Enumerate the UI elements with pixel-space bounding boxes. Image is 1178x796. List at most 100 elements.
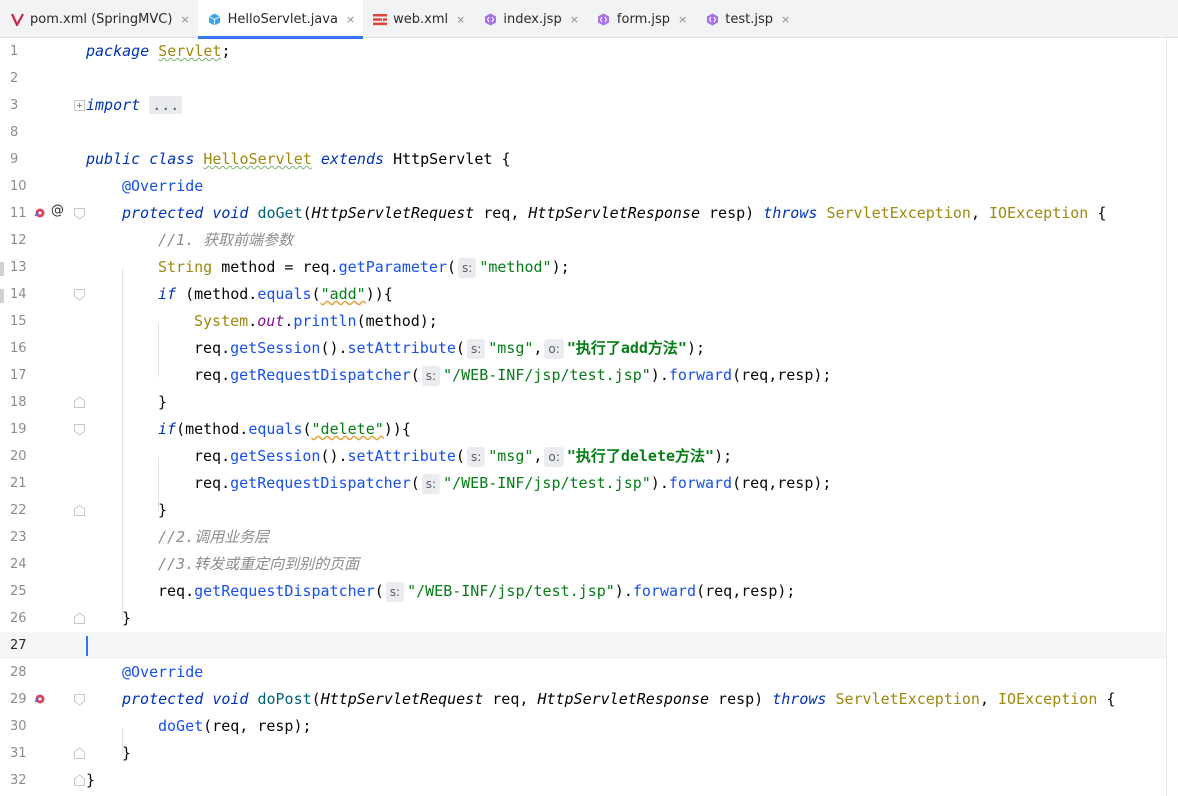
tab-helloservlet-java[interactable]: HelloServlet.java × bbox=[197, 0, 364, 39]
close-icon[interactable]: × bbox=[678, 13, 687, 26]
code-line[interactable]: 19 if(method.equals("delete")){ bbox=[0, 416, 1166, 443]
annotation-marker-icon[interactable]: @ bbox=[51, 203, 64, 218]
line-number: 27 bbox=[10, 638, 27, 653]
code-line[interactable]: 3 import ... bbox=[0, 92, 1166, 119]
tab-label: web.xml bbox=[393, 11, 449, 27]
line-code: protected void doPost(HttpServletRequest… bbox=[122, 690, 1116, 708]
fold-collapse-icon[interactable] bbox=[74, 288, 85, 301]
tab-web-xml[interactable]: web.xml × bbox=[363, 0, 473, 38]
code-line[interactable]: 32 } bbox=[0, 767, 1166, 794]
line-number: 3 bbox=[10, 98, 19, 113]
tab-label: index.jsp bbox=[503, 11, 562, 27]
close-icon[interactable]: × bbox=[570, 13, 579, 26]
line-code: req.getSession().setAttribute(s: "msg", o:… bbox=[194, 447, 733, 467]
parameter-hint: s: bbox=[458, 258, 477, 278]
code-line[interactable]: 23 //2.调用业务层 bbox=[0, 524, 1166, 551]
line-code: //1. 获取前端参数 bbox=[158, 231, 294, 249]
line-code: req.getSession().setAttribute(s: "msg", o:… bbox=[194, 339, 706, 359]
tab-test-jsp[interactable]: test.jsp × bbox=[695, 0, 798, 38]
line-number: 31 bbox=[10, 746, 27, 761]
current-code-line[interactable]: 27 bbox=[0, 632, 1166, 659]
close-icon[interactable]: × bbox=[456, 13, 465, 26]
code-line[interactable]: 25 req.getRequestDispatcher(s: "/WEB-INF/… bbox=[0, 578, 1166, 605]
line-number: 20 bbox=[10, 449, 27, 464]
close-icon[interactable]: × bbox=[781, 13, 790, 26]
code-line[interactable]: 29 protected void doPost(HttpServletRequ… bbox=[0, 686, 1166, 713]
line-number: 10 bbox=[10, 179, 27, 194]
code-line[interactable]: 13 String method = req.getParameter(s: "m… bbox=[0, 254, 1166, 281]
line-code: System.out.println(method); bbox=[194, 312, 438, 330]
code-line[interactable]: 24 //3.转发或重定向到别的页面 bbox=[0, 551, 1166, 578]
code-line[interactable]: 31 } bbox=[0, 740, 1166, 767]
code-line[interactable]: 1 package Servlet; bbox=[0, 38, 1166, 65]
fold-end-icon[interactable] bbox=[74, 504, 85, 517]
parameter-hint: s: bbox=[466, 447, 486, 467]
code-line[interactable]: 28 @Override bbox=[0, 659, 1166, 686]
code-line[interactable]: 10 @Override bbox=[0, 173, 1166, 200]
code-line[interactable]: 14 if (method.equals("add")){ bbox=[0, 281, 1166, 308]
line-number: 23 bbox=[10, 530, 27, 545]
line-code: } bbox=[122, 609, 132, 627]
fold-end-icon[interactable] bbox=[74, 612, 85, 625]
line-number: 17 bbox=[10, 368, 27, 383]
line-number: 26 bbox=[10, 611, 27, 626]
tab-label: test.jsp bbox=[725, 11, 773, 27]
code-editor[interactable]: 1 package Servlet; 2 3 import ... 8 9 pu… bbox=[0, 38, 1178, 796]
code-line[interactable]: 21 req.getRequestDispatcher(s: "/WEB-INF/… bbox=[0, 470, 1166, 497]
line-number: 13 bbox=[10, 260, 27, 275]
line-number: 19 bbox=[10, 422, 27, 437]
jsp-icon bbox=[705, 12, 719, 26]
line-number: 16 bbox=[10, 341, 27, 356]
code-line[interactable]: 18 } bbox=[0, 389, 1166, 416]
line-number: 2 bbox=[10, 71, 19, 86]
fold-end-icon[interactable] bbox=[74, 774, 85, 787]
line-code: } bbox=[158, 393, 168, 411]
close-icon[interactable]: × bbox=[180, 13, 189, 26]
fold-collapse-icon[interactable] bbox=[74, 207, 85, 220]
fold-collapse-icon[interactable] bbox=[74, 693, 85, 706]
line-number: 18 bbox=[10, 395, 27, 410]
override-method-icon[interactable] bbox=[33, 692, 47, 706]
parameter-hint: s: bbox=[385, 582, 405, 602]
fold-collapse-icon[interactable] bbox=[74, 423, 85, 436]
tab-label: HelloServlet.java bbox=[227, 11, 338, 27]
fold-end-icon[interactable] bbox=[74, 747, 85, 760]
parameter-hint: o: bbox=[544, 447, 564, 467]
parameter-hint: o: bbox=[544, 339, 564, 359]
line-number: 22 bbox=[10, 503, 27, 518]
code-line[interactable]: 16 req.getSession().setAttribute(s: "msg"… bbox=[0, 335, 1166, 362]
code-line[interactable]: 17 req.getRequestDispatcher(s: "/WEB-INF/… bbox=[0, 362, 1166, 389]
override-method-icon[interactable] bbox=[33, 206, 47, 220]
tab-label: form.jsp bbox=[616, 11, 671, 27]
parameter-hint: s: bbox=[466, 339, 486, 359]
line-code: //2.调用业务层 bbox=[158, 528, 270, 546]
tab-pom-xml[interactable]: pom.xml (SpringMVC) × bbox=[0, 0, 198, 38]
line-code: import ... bbox=[86, 92, 183, 119]
code-line[interactable]: 20 req.getSession().setAttribute(s: "msg"… bbox=[0, 443, 1166, 470]
line-number: 12 bbox=[10, 233, 27, 248]
line-code: if (method.equals("add")){ bbox=[158, 285, 393, 303]
line-number: 9 bbox=[10, 152, 19, 167]
jsp-icon bbox=[597, 12, 611, 26]
code-line[interactable]: 12 //1. 获取前端参数 bbox=[0, 227, 1166, 254]
line-code: public class HelloServlet extends HttpSe… bbox=[86, 150, 511, 168]
tab-form-jsp[interactable]: form.jsp × bbox=[587, 0, 695, 38]
code-line[interactable]: 9 public class HelloServlet extends Http… bbox=[0, 146, 1166, 173]
fold-end-icon[interactable] bbox=[74, 396, 85, 409]
line-number: 24 bbox=[10, 557, 27, 572]
close-icon[interactable]: × bbox=[346, 13, 355, 26]
folded-imports[interactable]: ... bbox=[149, 96, 183, 114]
line-number: 32 bbox=[10, 773, 27, 788]
code-line[interactable]: 30 doGet(req, resp); bbox=[0, 713, 1166, 740]
tab-index-jsp[interactable]: index.jsp × bbox=[473, 0, 587, 38]
code-line[interactable]: 2 bbox=[0, 65, 1166, 92]
fold-expand-icon[interactable] bbox=[74, 99, 85, 112]
code-line[interactable]: 8 bbox=[0, 119, 1166, 146]
code-line[interactable]: 22 } bbox=[0, 497, 1166, 524]
code-line[interactable]: 15 System.out.println(method); bbox=[0, 308, 1166, 335]
code-line[interactable]: 11 @ protected void doGet(HttpServletReq… bbox=[0, 200, 1166, 227]
line-code: //3.转发或重定向到别的页面 bbox=[158, 555, 360, 573]
line-number: 25 bbox=[10, 584, 27, 599]
editor-right-margin bbox=[1166, 38, 1167, 796]
code-line[interactable]: 26 } bbox=[0, 605, 1166, 632]
